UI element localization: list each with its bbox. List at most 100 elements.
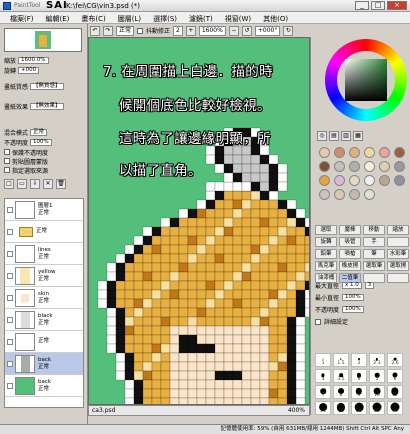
layer-item[interactable]: lines 正常 — [5, 243, 83, 265]
brush-size-preset[interactable]: 3 — [315, 369, 331, 383]
brush-size-preset[interactable]: 7 — [315, 385, 331, 399]
brush-detail-checkbox[interactable] — [315, 318, 321, 325]
brush-min-value[interactable]: 100% — [342, 294, 364, 301]
new-layer-icon[interactable]: □ — [4, 179, 14, 189]
color-swatch[interactable] — [319, 147, 330, 158]
color-swatch[interactable] — [334, 175, 345, 186]
brush-size-preset[interactable]: 2.3 — [369, 353, 385, 367]
rotate-left-icon[interactable]: ↺ — [241, 25, 252, 36]
palette-mode-icon[interactable]: ▦ — [353, 131, 363, 141]
layer-folder[interactable]: 正常 — [5, 221, 83, 243]
tool-button[interactable] — [387, 237, 409, 247]
color-swatch[interactable] — [379, 147, 390, 158]
brush-size-preset[interactable]: 4 — [351, 369, 367, 383]
brush-size-preset[interactable]: 6 — [387, 369, 403, 383]
tool-button[interactable]: 旋轉 — [315, 237, 337, 247]
layer-item[interactable]: back 正常 — [5, 375, 83, 397]
undo-icon[interactable]: ↶ — [90, 25, 100, 36]
color-swatch[interactable] — [394, 161, 405, 172]
color-wheel[interactable] — [325, 39, 407, 121]
hsv-mode-icon[interactable]: ▥ — [341, 131, 351, 141]
layer-item[interactable]: skin 正常 — [5, 287, 83, 309]
rotate-field[interactable]: +000 — [18, 66, 40, 74]
paper-texture-select[interactable]: 【無質感】 — [30, 82, 64, 90]
tool-button[interactable]: 鉛筆 — [315, 249, 337, 259]
tool-button[interactable]: 噴槍 — [339, 249, 361, 259]
eye-icon[interactable] — [7, 360, 13, 367]
eye-icon[interactable] — [7, 250, 13, 257]
tool-button[interactable]: 筆 — [363, 249, 385, 259]
layer-folder[interactable]: 正常 — [5, 331, 83, 353]
color-swatch[interactable] — [364, 175, 375, 186]
color-swatch[interactable] — [379, 161, 390, 172]
tool-button[interactable]: 移動 — [363, 225, 385, 235]
brush-size-preset[interactable]: 9 — [351, 385, 367, 399]
brush-size-preset[interactable]: 1 — [315, 353, 331, 367]
color-swatch[interactable] — [319, 161, 330, 172]
delete-layer-icon[interactable]: 🗑 — [56, 179, 66, 189]
brush-size-preset[interactable]: 8 — [333, 385, 349, 399]
menu-layer[interactable]: 圖層(L) — [112, 12, 147, 23]
eye-icon[interactable] — [7, 206, 13, 213]
zoom-field[interactable]: 1600.0% — [18, 56, 49, 64]
merge-layer-icon[interactable]: ⇩ — [30, 179, 40, 189]
brush-size-preset[interactable]: 3.5 — [333, 369, 349, 383]
layer-item-selected[interactable]: back 正常 — [5, 353, 83, 375]
antialias-checkbox[interactable] — [137, 27, 144, 34]
canvas[interactable]: 7. 在周圍描上白邊．描的時 候開個底色比較好檢視。 這時為了讓邊緣明顯，所 以… — [88, 37, 310, 405]
zoom-select[interactable]: 1600% — [198, 25, 226, 36]
brush-size-preset[interactable]: 5 — [369, 369, 385, 383]
blend-select[interactable]: 正常 — [30, 128, 48, 136]
document-tab[interactable]: ca3.psd 400% — [88, 405, 310, 416]
navigator-thumbnail[interactable] — [4, 28, 82, 52]
color-swatch[interactable] — [319, 189, 330, 200]
rotate-right-icon[interactable]: ↻ — [283, 25, 294, 36]
minimize-button[interactable]: _ — [355, 1, 369, 10]
tool-button[interactable]: 選取筆 — [363, 261, 385, 271]
menu-canvas[interactable]: 畫布(C) — [75, 12, 111, 23]
menu-file[interactable]: 檔案(F) — [4, 12, 40, 23]
tool-button[interactable]: 橡皮擦 — [339, 261, 361, 271]
color-swatch[interactable] — [349, 175, 360, 186]
stabilizer-select[interactable]: 2 — [173, 25, 183, 36]
color-swatch[interactable] — [394, 147, 405, 158]
color-swatch[interactable] — [334, 189, 345, 200]
rgb-mode-icon[interactable]: ▤ — [329, 131, 339, 141]
menu-filter[interactable]: 濾鏡(T) — [183, 12, 219, 23]
eye-icon[interactable] — [7, 382, 13, 389]
tool-button[interactable]: 吸管 — [339, 237, 361, 247]
zoom-out-icon[interactable]: − — [228, 25, 239, 36]
layer-item[interactable]: 圖層1 正常 — [5, 199, 83, 221]
maximize-button[interactable]: □ — [371, 1, 385, 10]
color-swatch[interactable] — [334, 147, 345, 158]
tool-button[interactable]: 選取擦 — [387, 261, 409, 271]
toolbar-blend-select[interactable]: 正常 — [116, 25, 135, 36]
color-square[interactable] — [345, 59, 387, 101]
tool-button[interactable]: 魔棒 — [339, 225, 361, 235]
brush-size-preset[interactable]: 12 — [387, 385, 403, 399]
brush-size-value[interactable]: 3 — [364, 282, 375, 289]
select-source-checkbox[interactable] — [4, 167, 10, 173]
color-swatch[interactable] — [364, 147, 375, 158]
tool-button[interactable]: 水彩筆 — [387, 249, 409, 259]
menu-window[interactable]: 視窗(W) — [219, 12, 257, 23]
tool-button[interactable] — [387, 273, 409, 283]
wheel-mode-icon[interactable]: ◎ — [317, 131, 327, 141]
brush-size-preset[interactable]: 2 — [351, 353, 367, 367]
paper-effect-select[interactable]: 【無效果】 — [30, 102, 64, 110]
clip-checkbox[interactable] — [4, 158, 10, 164]
brush-size-preset[interactable]: 1.5 — [333, 353, 349, 367]
eye-icon[interactable] — [7, 338, 13, 345]
color-swatch[interactable] — [349, 147, 360, 158]
brush-size-preset[interactable]: 30 — [387, 401, 403, 415]
color-swatch[interactable] — [394, 175, 405, 186]
menu-edit[interactable]: 編輯(E) — [40, 12, 76, 23]
brush-size-mult[interactable]: x 1.0 — [342, 282, 362, 289]
color-swatch[interactable] — [364, 161, 375, 172]
rotate-select[interactable]: +000° — [254, 25, 281, 36]
brush-opacity-value[interactable]: 100% — [342, 306, 364, 313]
eye-icon[interactable] — [7, 228, 13, 235]
tool-button[interactable]: 馬克筆 — [315, 261, 337, 271]
protect-checkbox[interactable] — [4, 149, 10, 155]
color-swatch[interactable] — [364, 189, 375, 200]
